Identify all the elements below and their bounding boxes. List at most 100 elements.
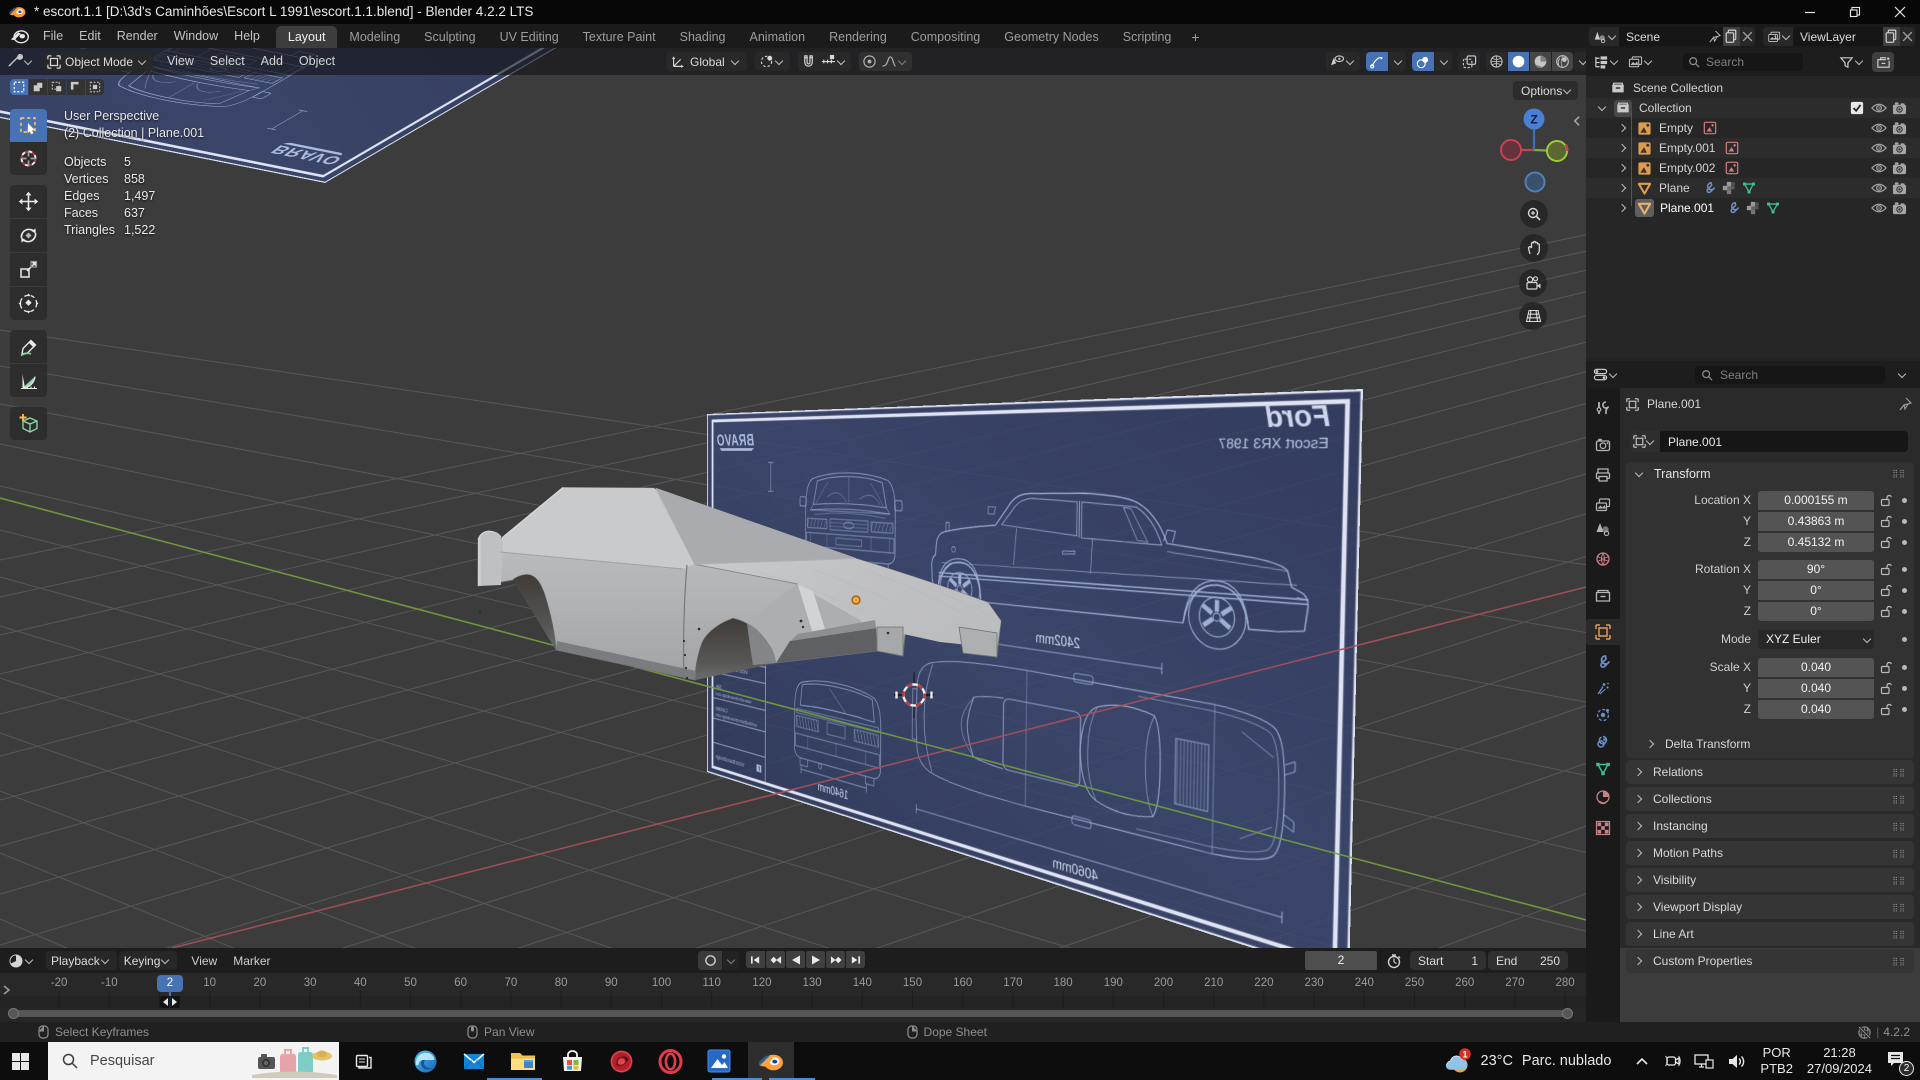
viewlayer-chevron-icon[interactable] [1782, 31, 1790, 39]
ptab-object-active[interactable] [1586, 619, 1620, 645]
ptab-material[interactable] [1586, 784, 1620, 810]
zoom-button[interactable] [1520, 200, 1548, 228]
scale-y-field[interactable]: 0.040 [1758, 679, 1874, 698]
shading-rendered[interactable] [1552, 52, 1573, 71]
end-frame-field[interactable]: End250 [1488, 951, 1568, 970]
current-frame-indicator[interactable]: 2 [157, 975, 183, 992]
camera-icon[interactable] [1892, 121, 1907, 135]
overlays-toggle[interactable] [1412, 52, 1434, 71]
ptab-render[interactable] [1586, 432, 1620, 458]
ptab-modifiers[interactable] [1586, 649, 1620, 675]
rotation-y-field[interactable]: 0° [1758, 581, 1874, 600]
close-button[interactable] [1894, 6, 1906, 18]
panel-drag-handle[interactable]: ⣿⣿ [1892, 903, 1906, 912]
autokey-dropdown[interactable] [723, 951, 739, 970]
tab-uv-editing[interactable]: UV Editing [488, 26, 571, 48]
pivot-point[interactable] [755, 52, 790, 71]
ptab-scene[interactable] [1586, 516, 1620, 542]
minimize-button[interactable] [1804, 6, 1816, 18]
tool-rotate[interactable] [10, 219, 47, 252]
notification-center[interactable]: 2 [1886, 1050, 1908, 1073]
collapsed-chevron-icon[interactable] [1618, 164, 1626, 172]
next-keyframe-button[interactable] [826, 951, 845, 968]
tab-layout[interactable]: Layout [276, 26, 338, 48]
unlink-scene-icon[interactable] [1740, 30, 1755, 43]
menu-render[interactable]: Render [109, 24, 166, 48]
remove-viewlayer-icon[interactable] [1900, 30, 1915, 43]
start-frame-field[interactable]: Start1 [1410, 951, 1486, 970]
eye-icon[interactable] [1871, 101, 1887, 115]
lock-open-icon[interactable] [1880, 605, 1892, 618]
viewport-3d[interactable]: Ford Escort XR3 1987 BRAVO 2402mm 4060mm… [0, 48, 1586, 948]
gizmos-dropdown[interactable] [1389, 52, 1406, 71]
menu-view[interactable]: View [159, 48, 202, 75]
scrollbar-handle-left[interactable] [8, 1008, 19, 1019]
jump-to-start-button[interactable] [746, 951, 765, 968]
timeline-scrollbar[interactable] [10, 1010, 1570, 1017]
lock-open-icon[interactable] [1880, 661, 1892, 674]
rotation-z-field[interactable]: 0° [1758, 602, 1874, 621]
outliner-display-chevron-icon[interactable] [1644, 57, 1652, 65]
animate-dot[interactable] [1902, 609, 1907, 614]
location-z-field[interactable]: 0.45132 m [1758, 533, 1874, 552]
eye-icon[interactable] [1871, 121, 1887, 135]
panel-drag-handle[interactable]: ⣿⣿ [1892, 768, 1906, 777]
select-mode-intersect[interactable] [86, 79, 104, 95]
editor-type-icon[interactable] [7, 54, 23, 70]
outliner-row-empty-001[interactable]: Empty.001 [1586, 138, 1920, 158]
tool-measure[interactable] [10, 364, 47, 397]
animate-dot[interactable] [1902, 498, 1907, 503]
panel-motion-paths[interactable]: Motion Paths⣿⣿ [1626, 841, 1914, 865]
menu-add[interactable]: Add [253, 48, 291, 75]
stopwatch-icon[interactable] [1386, 953, 1402, 969]
ptab-output[interactable] [1586, 462, 1620, 488]
tool-scale[interactable] [10, 253, 47, 286]
menu-object[interactable]: Object [291, 48, 343, 75]
scale-x-field[interactable]: 0.040 [1758, 658, 1874, 677]
camera-icon[interactable] [1892, 161, 1907, 175]
pin-icon[interactable] [1898, 397, 1912, 411]
play-reverse-button[interactable] [786, 951, 805, 968]
new-viewlayer-icon[interactable] [1883, 27, 1900, 46]
expand-chevron-icon[interactable] [1598, 103, 1606, 111]
eye-icon[interactable] [1871, 201, 1887, 215]
panel-relations[interactable]: Relations⣿⣿ [1626, 760, 1914, 784]
select-mode-new[interactable] [10, 79, 28, 95]
panel-drag-handle[interactable]: ⣿⣿ [1892, 795, 1906, 804]
tool-add-cube[interactable] [10, 407, 47, 440]
collapsed-chevron-icon[interactable] [1618, 184, 1626, 192]
clock[interactable]: 21:2827/09/2024 [1807, 1045, 1872, 1077]
tray-chevron-up-icon[interactable] [1635, 1056, 1649, 1066]
panel-viewport-display[interactable]: Viewport Display⣿⣿ [1626, 895, 1914, 919]
pin-icon[interactable] [1708, 27, 1723, 46]
panel-drag-handle[interactable]: ⣿⣿ [1892, 469, 1906, 478]
tab-animation[interactable]: Animation [738, 26, 818, 48]
panel-drag-handle[interactable]: ⣿⣿ [1892, 822, 1906, 831]
properties-options-chevron-icon[interactable] [1898, 369, 1906, 377]
lock-open-icon[interactable] [1880, 536, 1892, 549]
sidebar-toggle-arrow[interactable] [1572, 114, 1581, 132]
delta-transform-panel[interactable]: Delta Transform [1638, 733, 1914, 755]
camera-icon[interactable] [1892, 181, 1907, 195]
outliner-row-empty[interactable]: Empty [1586, 118, 1920, 138]
new-collection-button[interactable] [1872, 52, 1894, 72]
tray-meet-icon[interactable] [1663, 1052, 1681, 1070]
timeline-view-menu[interactable]: View [183, 949, 225, 973]
outliner-search[interactable]: Search [1683, 53, 1803, 71]
tab-sculpting[interactable]: Sculpting [412, 26, 487, 48]
animate-dot[interactable] [1902, 686, 1907, 691]
panel-custom-properties[interactable]: Custom Properties⣿⣿ [1626, 949, 1914, 973]
select-mode-extend[interactable] [29, 79, 47, 95]
proportional-editing[interactable] [859, 52, 912, 71]
tool-transform[interactable] [10, 287, 47, 320]
panel-drag-handle[interactable]: ⣿⣿ [1892, 849, 1906, 858]
rotation-x-field[interactable]: 90° [1758, 560, 1874, 579]
lock-open-icon[interactable] [1880, 703, 1892, 716]
new-scene-icon[interactable] [1723, 27, 1740, 46]
eye-icon[interactable] [1871, 161, 1887, 175]
timeline-editor[interactable]: Playback Keying View Marker 2 Start1 End… [0, 948, 1586, 1022]
menu-window[interactable]: Window [166, 24, 226, 48]
location-y-field[interactable]: 0.43863 m [1758, 512, 1874, 531]
camera-view-button[interactable] [1519, 269, 1547, 297]
collapsed-chevron-icon[interactable] [1618, 204, 1626, 212]
